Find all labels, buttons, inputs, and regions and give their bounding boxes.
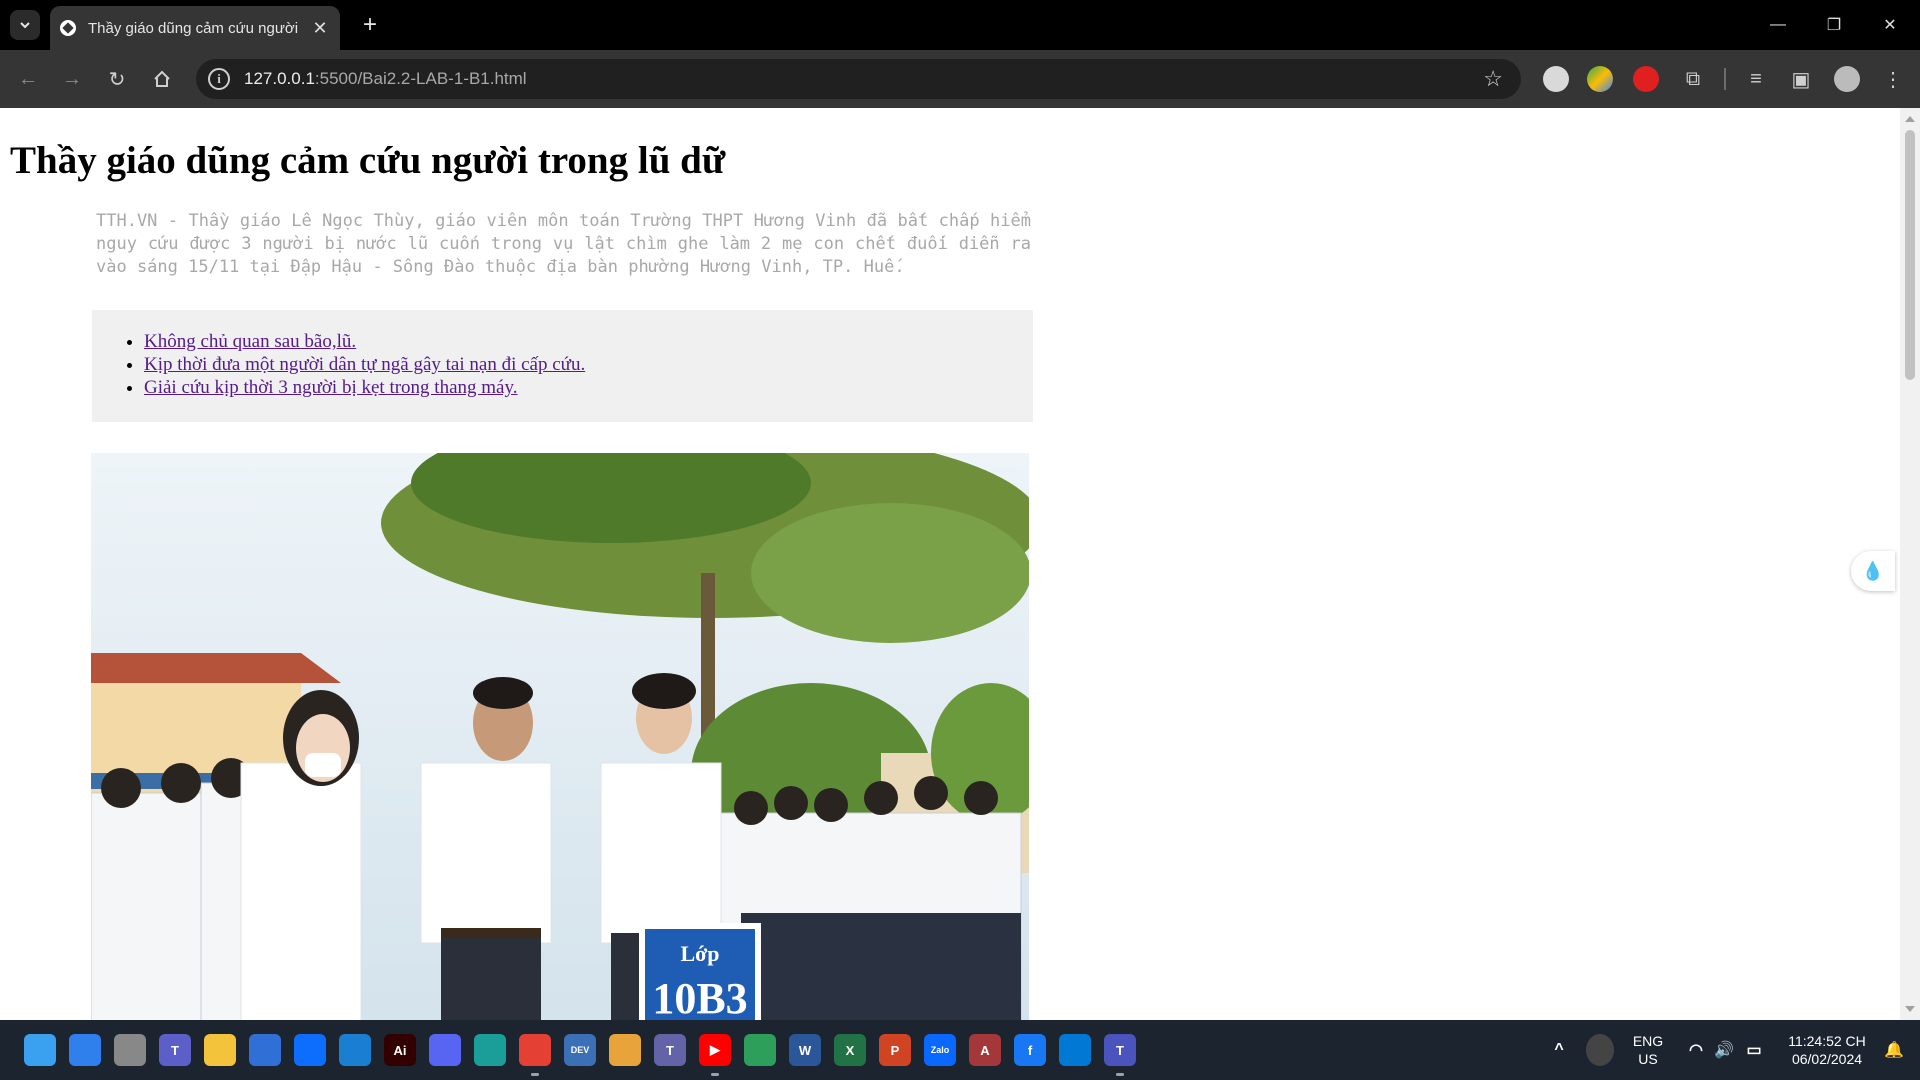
minimize-button[interactable]: — (1750, 0, 1806, 50)
floating-assistant-button[interactable]: 💧 (1851, 551, 1895, 591)
droplet-sparkle-icon: 💧 (1861, 560, 1885, 581)
devhome-icon[interactable]: DEV (564, 1034, 596, 1066)
related-link-3[interactable]: Giải cứu kịp thời 3 người bị kẹt trong t… (144, 377, 518, 398)
photo-sign-line2: 10B3 (652, 974, 747, 1020)
media-control-icon[interactable]: ≡ (1740, 63, 1772, 95)
related-link-1[interactable]: Không chủ quan sau bão,lũ. (144, 331, 356, 352)
home-icon (154, 70, 170, 87)
related-link-2[interactable]: Kịp thời đưa một người dân tự ngã gây ta… (144, 354, 585, 375)
teams-classic-icon[interactable]: T (654, 1034, 686, 1066)
keyboard-region: US (1638, 1051, 1658, 1067)
article-headline: Thầy giáo dũng cảm cứu người trong lũ dữ (10, 139, 726, 182)
adblock-icon[interactable] (1633, 66, 1659, 92)
wifi-icon[interactable]: ◠ (1682, 1034, 1710, 1066)
security-icon[interactable] (339, 1034, 371, 1066)
back-button[interactable]: ← (12, 63, 44, 95)
toolbar-divider (1724, 68, 1726, 90)
scrollbar-thumb[interactable] (1905, 130, 1915, 380)
store-icon[interactable] (249, 1034, 281, 1066)
reload-button[interactable]: ↻ (101, 63, 133, 95)
related-links-box: Không chủ quan sau bão,lũ. Kịp thời đưa … (92, 310, 1033, 422)
forward-button[interactable]: → (56, 63, 88, 95)
teams-icon[interactable]: T (159, 1034, 191, 1066)
list-item: Không chủ quan sau bão,lũ. (144, 330, 1033, 353)
side-panel-icon[interactable]: ▣ (1785, 63, 1817, 95)
bookmark-star-icon[interactable]: ☆ (1483, 66, 1503, 92)
windows-taskbar: T Ai DEV T ▶ W X P Zalo Af T ^ ENG US ◠ 🔊 ▭ 11:24:… (0, 1020, 1920, 1080)
url-host: 127.0.0.1 (244, 69, 315, 88)
page-scrollbar[interactable] (1900, 108, 1920, 1020)
article-summary: TTH.VN - Thầy giáo Lê Ngọc Thùy, giáo vi… (96, 211, 1031, 277)
browser-window: Thầy giáo dũng cảm cứu người ✕ + — ❐ ✕ ←… (0, 0, 1920, 1080)
browser-toolbar: ← → ↻ i 127.0.0.1:5500/Bai2.2-LAB-1-B1.h… (0, 50, 1920, 108)
profile-avatar[interactable] (1834, 66, 1860, 92)
access-icon[interactable]: A (969, 1034, 1001, 1066)
discord-icon[interactable] (429, 1034, 461, 1066)
clock-date: 06/02/2024 (1791, 1051, 1863, 1067)
language-code: ENG (1632, 1033, 1664, 1049)
extensions-puzzle-icon[interactable]: ⧉ (1677, 63, 1709, 95)
teachers-students-photo: Lớp 10B3 (91, 453, 1029, 1020)
tray-overflow-chevron-icon[interactable]: ^ (1545, 1034, 1573, 1066)
start-button[interactable] (24, 1034, 56, 1066)
chevron-down-icon (20, 22, 30, 29)
scroll-up-arrow-icon[interactable] (1905, 116, 1915, 122)
chrome-icon[interactable] (519, 1034, 551, 1066)
excel-icon[interactable]: X (834, 1034, 866, 1066)
photos-icon[interactable] (609, 1034, 641, 1066)
list-item: Kịp thời đưa một người dân tự ngã gây ta… (144, 353, 1033, 376)
site-favicon-icon (60, 20, 76, 36)
url-path: :5500/Bai2.2-LAB-1-B1.html (314, 69, 527, 88)
edge-icon[interactable] (474, 1034, 506, 1066)
related-links-list: Không chủ quan sau bão,lũ. Kịp thời đưa … (144, 330, 1033, 399)
facebook-icon[interactable]: f (1014, 1034, 1046, 1066)
photoshop-pre-icon[interactable] (69, 1034, 101, 1066)
clock-time: 11:24:52 CH (1788, 1033, 1866, 1049)
article-photo: Lớp 10B3 (91, 453, 1029, 1020)
scroll-down-arrow-icon[interactable] (1905, 1006, 1915, 1012)
youtube-icon[interactable]: ▶ (699, 1034, 731, 1066)
tab-title: Thầy giáo dũng cảm cứu người (88, 19, 299, 37)
battery-icon[interactable]: ▭ (1740, 1034, 1768, 1066)
git-icon[interactable] (744, 1034, 776, 1066)
list-item: Giải cứu kịp thời 3 người bị kẹt trong t… (144, 376, 1033, 399)
notification-bell-icon[interactable]: 🔔 (1880, 1034, 1908, 1066)
powerpoint-icon[interactable]: P (879, 1034, 911, 1066)
web-page: Thầy giáo dũng cảm cứu người trong lũ dữ… (0, 108, 1900, 1020)
site-info-icon[interactable]: i (208, 68, 230, 90)
tab-search-button[interactable] (10, 10, 40, 40)
illustrator-icon[interactable]: Ai (384, 1034, 416, 1066)
close-tab-icon[interactable]: ✕ (310, 18, 330, 39)
restore-button[interactable]: ❐ (1806, 0, 1862, 50)
home-button[interactable] (146, 63, 178, 95)
teams-new-icon[interactable]: T (1104, 1034, 1136, 1066)
running-indicator (711, 1073, 719, 1076)
onedrive-warning-icon[interactable] (1586, 1034, 1614, 1066)
new-tab-button[interactable]: + (355, 10, 385, 40)
zalo-icon[interactable]: Zalo (924, 1034, 956, 1066)
close-window-button[interactable]: ✕ (1862, 0, 1918, 50)
address-bar[interactable]: i 127.0.0.1:5500/Bai2.2-LAB-1-B1.html ☆ (196, 59, 1521, 99)
clock[interactable]: 11:24:52 CH 06/02/2024 (1778, 1032, 1876, 1068)
vscode-icon[interactable] (1059, 1034, 1091, 1066)
running-indicator (531, 1073, 539, 1076)
input-language-indicator[interactable]: ENG US (1626, 1032, 1670, 1068)
word-icon[interactable]: W (789, 1034, 821, 1066)
extension-1-icon[interactable] (1543, 66, 1569, 92)
extension-2-icon[interactable] (1587, 66, 1613, 92)
file-explorer-icon[interactable] (204, 1034, 236, 1066)
photo-sign-line1: Lớp (680, 941, 719, 966)
tab-active[interactable]: Thầy giáo dũng cảm cứu người ✕ (50, 6, 340, 50)
task-view-icon[interactable] (114, 1034, 146, 1066)
volume-icon[interactable]: 🔊 (1710, 1034, 1738, 1066)
tab-strip: Thầy giáo dũng cảm cứu người ✕ + — ❐ ✕ (0, 0, 1920, 50)
menu-kebab-icon[interactable]: ⋮ (1877, 63, 1909, 95)
running-indicator (1116, 1073, 1124, 1076)
dropbox-icon[interactable] (294, 1034, 326, 1066)
